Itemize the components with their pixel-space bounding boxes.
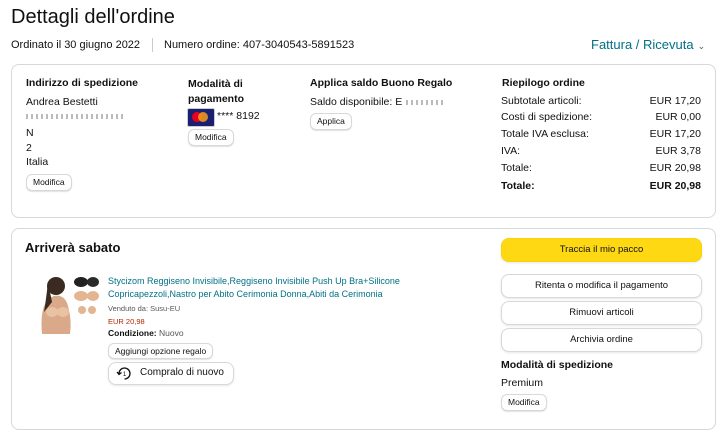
redacted-address <box>26 114 124 119</box>
buy-again-label: Compralo di nuovo <box>140 367 224 378</box>
shipping-name: Andrea Bestetti <box>26 96 98 108</box>
track-package-button[interactable]: Traccia il mio pacco <box>501 238 702 262</box>
redacted-balance <box>406 100 446 105</box>
mastercard-icon <box>187 108 215 127</box>
order-date: Ordinato il 30 giugno 2022 <box>11 39 141 51</box>
shipping-method-heading: Modalità di spedizione <box>501 359 614 371</box>
delivery-heading: Arriverà sabato <box>25 240 121 255</box>
condition: Condizione: Nuovo <box>108 328 184 338</box>
reorder-icon: 1 <box>116 367 131 380</box>
chevron-down-icon: ⌄ <box>697 41 706 51</box>
modify-address-button[interactable]: Modifica <box>26 174 72 191</box>
archive-order-button[interactable]: Archivia ordine <box>501 328 702 352</box>
product-price: EUR 20,98 <box>108 317 145 326</box>
retry-payment-button[interactable]: Ritenta o modifica il pagamento <box>501 274 702 298</box>
modify-shipping-button[interactable]: Modifica <box>501 394 547 411</box>
page-title: Dettagli dell'ordine <box>11 6 175 28</box>
gift-balance: Saldo disponibile: E <box>310 96 403 108</box>
shipping-line: 2 <box>26 142 32 154</box>
summary-heading: Riepilogo ordine <box>502 77 585 89</box>
shipping-line: N <box>26 127 34 139</box>
invoice-link[interactable]: Fattura / Ricevuta ⌄ <box>591 37 705 52</box>
gift-heading: Applica saldo Buono Regalo <box>310 77 453 89</box>
shipping-country: Italia <box>26 156 49 168</box>
product-title-link[interactable]: Stycizom Reggiseno Invisibile,Reggiseno … <box>108 275 428 301</box>
seller-info: Venduto da: Susu-EU <box>108 304 181 313</box>
payment-heading: Modalità di pagamento <box>188 78 245 105</box>
order-number: Numero ordine: 407-3040543-5891523 <box>164 39 355 51</box>
modify-payment-button[interactable]: Modifica <box>188 129 234 146</box>
buy-again-button[interactable]: 1 Compralo di nuovo <box>108 362 234 385</box>
shipping-method-value: Premium <box>501 377 544 389</box>
shipping-heading: Indirizzo di spedizione <box>26 77 139 89</box>
remove-items-button[interactable]: Rimuovi articoli <box>501 301 702 325</box>
svg-text:1: 1 <box>123 372 127 378</box>
order-info-box: Indirizzo di spedizione Andrea Bestetti … <box>11 64 716 218</box>
product-image <box>34 272 100 334</box>
card-number: **** 8192 <box>217 110 260 122</box>
apply-gift-button[interactable]: Applica <box>310 113 352 130</box>
add-gift-option-button[interactable]: Aggiungi opzione regalo <box>108 343 214 359</box>
divider <box>152 38 153 52</box>
